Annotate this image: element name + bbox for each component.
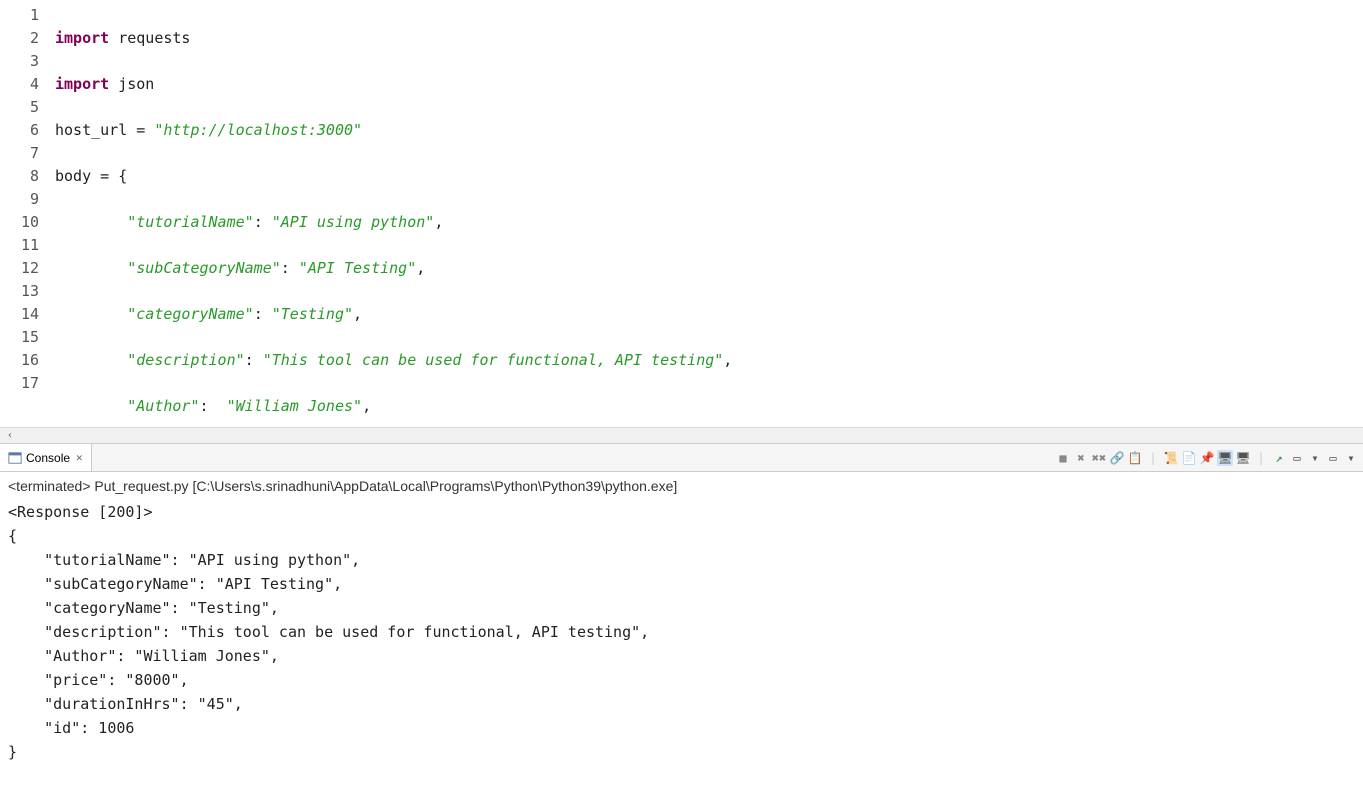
dict-key: "Author" (127, 397, 199, 415)
dict-value: "API Testing" (299, 259, 416, 277)
line-number: 13 (0, 280, 39, 303)
tab-console[interactable]: Console ✕ (0, 444, 92, 471)
scroll-left-icon[interactable]: ‹ (2, 429, 18, 443)
dict-key: "categoryName" (127, 305, 253, 323)
line-number: 9 (0, 188, 39, 211)
console-pane: <terminated> Put_request.py [C:\Users\s.… (0, 472, 1363, 807)
new-view-icon[interactable]: ↗ (1271, 450, 1287, 466)
display-console-icon[interactable]: 🖥 (1217, 450, 1233, 466)
code-editor[interactable]: import requests import json host_url = "… (45, 0, 1363, 427)
console-toolbar: ■ ✖ ✖✖ 🔗 📋 | 📜 📄 📌 🖥 🖥 | ↗ ▭ ▾ ▭ ▾ (1055, 450, 1363, 466)
tab-label: Console (26, 451, 70, 465)
dict-key: "subCategoryName" (127, 259, 281, 277)
console-panel-header: Console ✕ ■ ✖ ✖✖ 🔗 📋 | 📜 📄 📌 🖥 🖥 | ↗ ▭ ▾… (0, 444, 1363, 472)
maximize-icon[interactable]: ▭ (1325, 450, 1341, 466)
line-number-gutter: 1 2 3 4 5 6 7 8 9 10 11 12 13 14 15 16 1… (0, 0, 45, 427)
line-number: 12 (0, 257, 39, 280)
dict-value: "API using python" (272, 213, 435, 231)
relaunch-icon[interactable]: 🔗 (1109, 450, 1125, 466)
line-number: 10 (0, 211, 39, 234)
pin-console-icon[interactable]: 📌 (1199, 450, 1215, 466)
open-console-icon[interactable]: 🖥 (1235, 450, 1251, 466)
word-wrap-icon[interactable]: 📄 (1181, 450, 1197, 466)
line-number: 6 (0, 119, 39, 142)
dict-value: "William Jones" (227, 397, 362, 415)
line-number: 2 (0, 27, 39, 50)
minimize-icon[interactable]: ▭ (1289, 450, 1305, 466)
line-number: 3 (0, 50, 39, 73)
line-number: 7 (0, 142, 39, 165)
terminate-icon[interactable]: ■ (1055, 450, 1071, 466)
line-number: 16 (0, 349, 39, 372)
line-number: 15 (0, 326, 39, 349)
line-number: 1 (0, 4, 39, 27)
line-number: 8 (0, 165, 39, 188)
module-name: json (118, 75, 154, 93)
divider: | (1145, 450, 1161, 466)
menu-dropdown-icon[interactable]: ▾ (1307, 450, 1323, 466)
scroll-lock-icon[interactable]: 📜 (1163, 450, 1179, 466)
clear-icon[interactable]: 📋 (1127, 450, 1143, 466)
horizontal-scrollbar[interactable]: ‹ (0, 427, 1363, 443)
line-number: 14 (0, 303, 39, 326)
close-tab-icon[interactable]: ✕ (76, 451, 83, 464)
keyword: import (55, 75, 109, 93)
menu-dropdown-icon[interactable]: ▾ (1343, 450, 1359, 466)
dict-value: "This tool can be used for functional, A… (263, 351, 724, 369)
dict-key: "description" (127, 351, 244, 369)
line-number: 17 (0, 372, 39, 395)
divider: | (1253, 450, 1269, 466)
module-name: requests (118, 29, 190, 47)
dict-key: "tutorialName" (127, 213, 253, 231)
console-icon (8, 451, 22, 465)
line-number: 4 (0, 73, 39, 96)
code-text: body = { (55, 167, 127, 185)
code-text: host_url = (55, 121, 154, 139)
line-number: 11 (0, 234, 39, 257)
dict-value: "Testing" (272, 305, 353, 323)
remove-all-icon[interactable]: ✖✖ (1091, 450, 1107, 466)
console-launch-title: <terminated> Put_request.py [C:\Users\s.… (0, 472, 1363, 498)
remove-launch-icon[interactable]: ✖ (1073, 450, 1089, 466)
string-literal: "http://localhost:3000" (154, 121, 362, 139)
console-output[interactable]: <Response [200]> { "tutorialName": "API … (0, 498, 1363, 807)
editor-pane: 1 2 3 4 5 6 7 8 9 10 11 12 13 14 15 16 1… (0, 0, 1363, 444)
line-number: 5 (0, 96, 39, 119)
keyword: import (55, 29, 109, 47)
